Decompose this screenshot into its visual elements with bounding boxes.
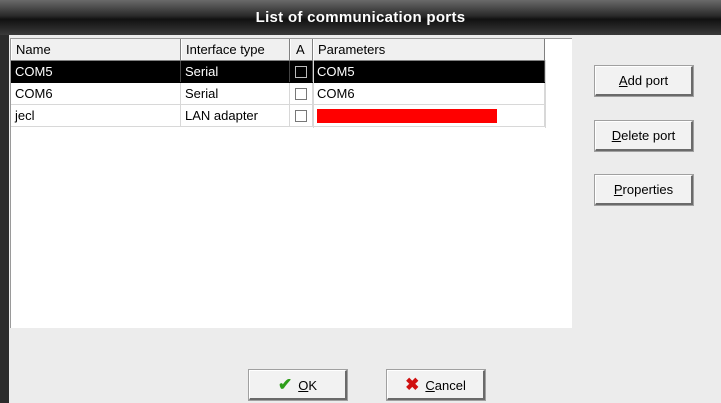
delete-port-button[interactable]: Delete port — [595, 121, 693, 151]
properties-button[interactable]: Properties — [595, 175, 693, 205]
add-port-button[interactable]: Add port — [595, 66, 693, 96]
checkbox-icon — [295, 109, 307, 122]
checkbox-icon — [295, 87, 307, 100]
port-interface-type: LAN adapter — [181, 105, 290, 126]
column-header-interface-type[interactable]: Interface type — [181, 39, 290, 60]
auto-checkbox[interactable] — [290, 83, 313, 104]
cancel-button[interactable]: ✖ Cancel — [387, 370, 485, 400]
list-header: Name Interface type A Parameters — [11, 39, 545, 61]
checkmark-icon: ✔ — [277, 375, 293, 394]
x-icon: ✖ — [405, 375, 420, 394]
port-interface-type: Serial — [181, 61, 290, 82]
table-row[interactable]: COM5 Serial COM5 — [11, 61, 545, 83]
table-row[interactable]: COM6 Serial COM6 — [11, 83, 545, 105]
port-parameters: COM5 — [313, 61, 545, 82]
column-divider — [313, 60, 314, 128]
table-row[interactable]: jecl LAN adapter — [11, 105, 545, 127]
port-interface-type: Serial — [181, 83, 290, 104]
auto-checkbox[interactable] — [290, 105, 313, 126]
ok-button[interactable]: ✔ OK — [249, 370, 347, 400]
column-header-a[interactable]: A — [290, 39, 313, 60]
port-parameters: COM6 — [313, 83, 545, 104]
port-parameters — [313, 105, 545, 126]
column-header-name[interactable]: Name — [11, 39, 181, 60]
port-name: COM5 — [11, 61, 181, 82]
redaction-bar — [317, 108, 497, 123]
window-title: List of communication ports — [0, 0, 721, 35]
column-divider — [545, 60, 546, 128]
column-header-parameters[interactable]: Parameters — [313, 39, 545, 60]
checkbox-icon — [295, 65, 307, 78]
ports-list[interactable]: Name Interface type A Parameters COM5 Se… — [10, 38, 572, 328]
window-frame-left — [0, 35, 9, 403]
port-name: COM6 — [11, 83, 181, 104]
auto-checkbox[interactable] — [290, 61, 313, 82]
port-name: jecl — [11, 105, 181, 126]
